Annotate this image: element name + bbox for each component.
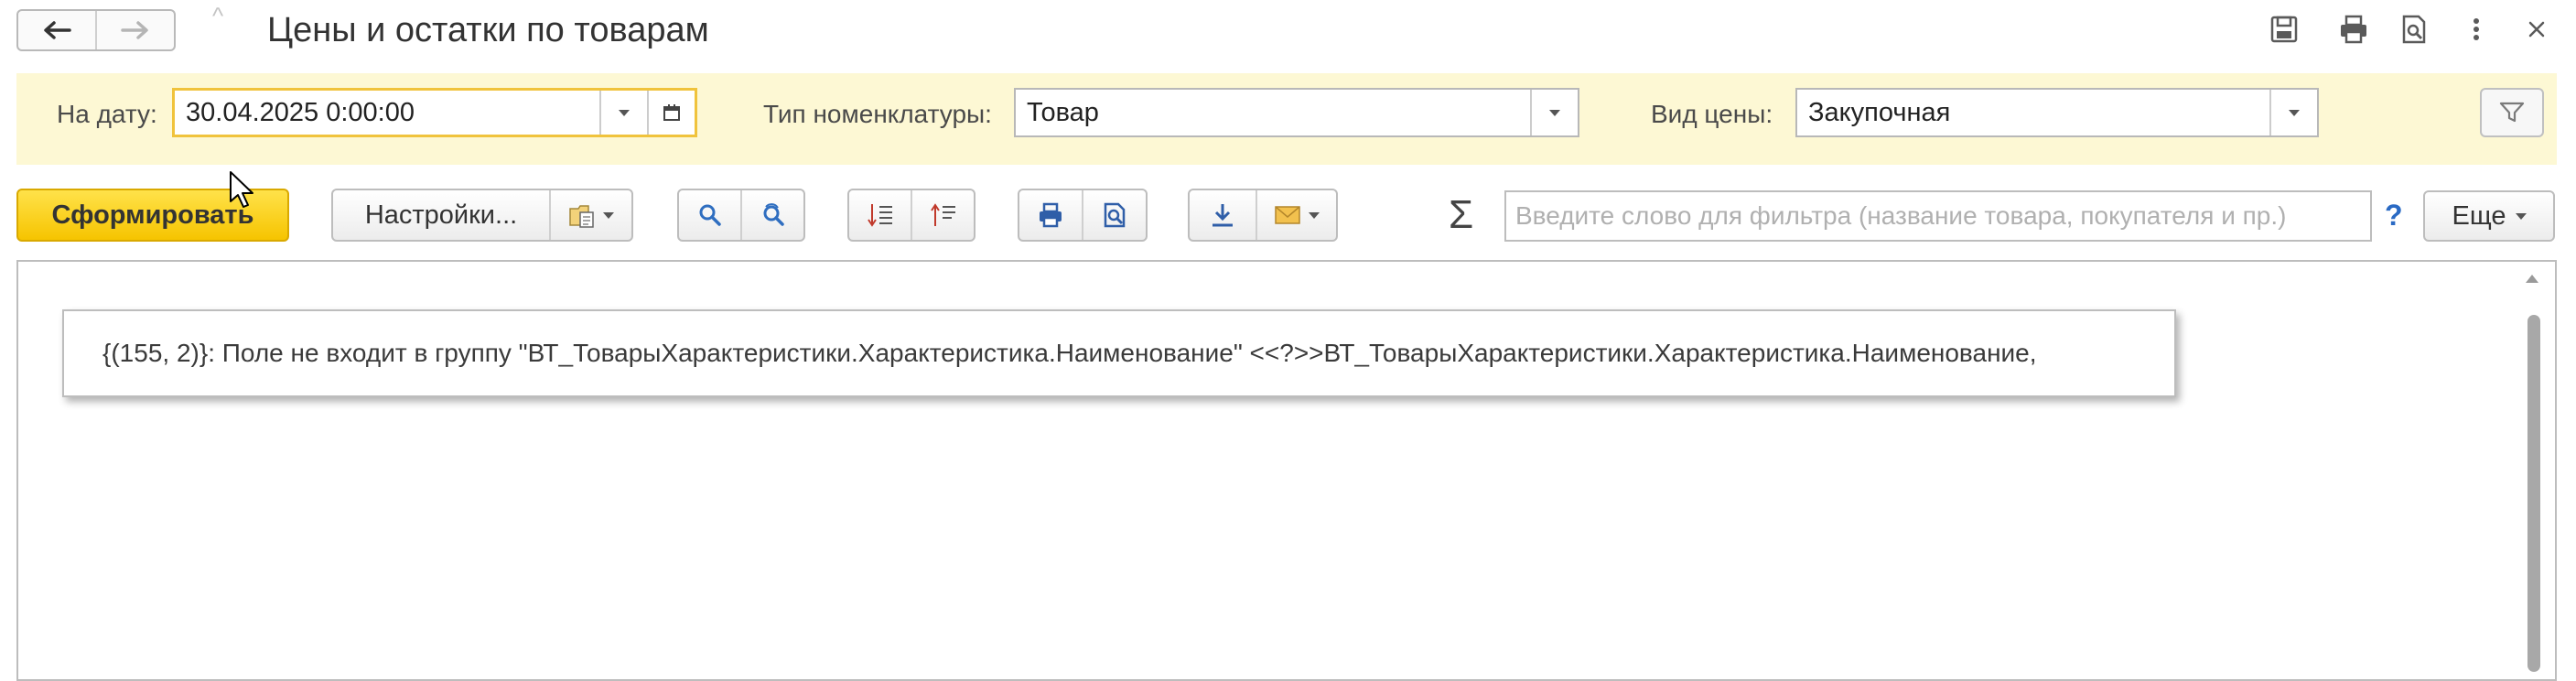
- close-button[interactable]: [2518, 11, 2555, 48]
- send-email-button[interactable]: [1256, 190, 1336, 240]
- calendar-icon: [663, 104, 680, 121]
- envelope-icon: [1275, 206, 1300, 224]
- arrow-right-icon: [121, 21, 148, 39]
- save-button[interactable]: [2266, 11, 2302, 48]
- settings-group: Настройки...: [331, 189, 633, 242]
- nomenclature-type-field[interactable]: Товар: [1014, 88, 1579, 137]
- error-message-box: {(155, 2)}: Поле не входит в группу "ВТ_…: [62, 309, 2176, 397]
- chevron-down-icon: [1549, 109, 1560, 116]
- date-field[interactable]: 30.04.2025 0:00:00: [172, 88, 697, 137]
- chevron-down-icon: [2515, 212, 2527, 220]
- search-next-icon: [763, 203, 784, 226]
- expand-groups-icon: [867, 204, 892, 227]
- arrow-left-icon: [44, 21, 71, 39]
- nomenclature-type-dropdown-button[interactable]: [1530, 90, 1578, 135]
- export-group: [1188, 189, 1338, 242]
- print-icon: [1040, 202, 1062, 228]
- collapse-groups-button[interactable]: [911, 190, 974, 240]
- folder-report-icon: [569, 205, 594, 228]
- chevron-down-icon: [2289, 109, 2300, 116]
- download-icon: [1213, 204, 1233, 227]
- print-group: [1018, 189, 1148, 242]
- chevron-down-icon: [619, 109, 630, 116]
- back-button[interactable]: [18, 11, 95, 49]
- page-title: Цены и остатки по товарам: [267, 11, 709, 49]
- nomenclature-type-label: Тип номенклатуры:: [763, 100, 992, 128]
- grouping-group: [847, 189, 975, 242]
- settings-button[interactable]: Настройки...: [333, 190, 549, 240]
- find-next-button[interactable]: [740, 190, 803, 240]
- vertical-scrollbar-thumb[interactable]: [2527, 315, 2540, 672]
- scroll-up-arrow-icon[interactable]: [2526, 275, 2538, 283]
- price-type-value[interactable]: Закупочная: [1797, 98, 2269, 128]
- print-icon: [2341, 15, 2366, 44]
- more-vertical-button[interactable]: [2458, 11, 2495, 48]
- search-group: [677, 189, 805, 242]
- preview-button[interactable]: [2396, 11, 2432, 48]
- error-message-text: {(155, 2)}: Поле не входит в группу "ВТ_…: [102, 339, 2037, 367]
- collapse-caret-icon[interactable]: ^: [212, 2, 223, 30]
- toolbar-print-button[interactable]: [1019, 190, 1082, 240]
- variants-dropdown-button[interactable]: [549, 190, 631, 240]
- more-vertical-icon: [2474, 18, 2479, 40]
- save-icon: [2270, 16, 2298, 43]
- save-to-file-button[interactable]: [1190, 190, 1256, 240]
- price-type-field[interactable]: Закупочная: [1795, 88, 2319, 137]
- date-dropdown-button[interactable]: [599, 91, 647, 135]
- print-button[interactable]: [2335, 11, 2372, 48]
- sum-icon[interactable]: Σ: [1449, 192, 1473, 238]
- forward-button[interactable]: [95, 11, 174, 49]
- funnel-icon: [2499, 102, 2525, 123]
- price-type-label: Вид цены:: [1651, 100, 1773, 128]
- calendar-button[interactable]: [647, 91, 695, 135]
- search-icon: [699, 204, 721, 226]
- close-icon: [2528, 21, 2545, 38]
- filter-button[interactable]: [2480, 88, 2544, 137]
- date-value[interactable]: 30.04.2025 0:00:00: [175, 98, 599, 128]
- navigation-buttons: [16, 9, 176, 51]
- find-button[interactable]: [679, 190, 740, 240]
- date-label: На дату:: [57, 100, 157, 128]
- chevron-down-icon: [1309, 211, 1320, 219]
- collapse-groups-icon: [930, 203, 955, 226]
- print-preview-icon: [1104, 202, 1126, 228]
- report-filter-input[interactable]: [1504, 190, 2372, 242]
- expand-groups-button[interactable]: [849, 190, 911, 240]
- more-label: Еще: [2452, 200, 2506, 231]
- nomenclature-type-value[interactable]: Товар: [1016, 98, 1530, 128]
- toolbar-preview-button[interactable]: [1082, 190, 1146, 240]
- help-icon[interactable]: ?: [2385, 192, 2403, 238]
- chevron-down-icon: [603, 211, 614, 219]
- price-type-dropdown-button[interactable]: [2269, 90, 2317, 135]
- preview-icon: [2402, 15, 2426, 44]
- more-button[interactable]: Еще: [2423, 190, 2555, 242]
- mouse-cursor-icon: [230, 171, 253, 208]
